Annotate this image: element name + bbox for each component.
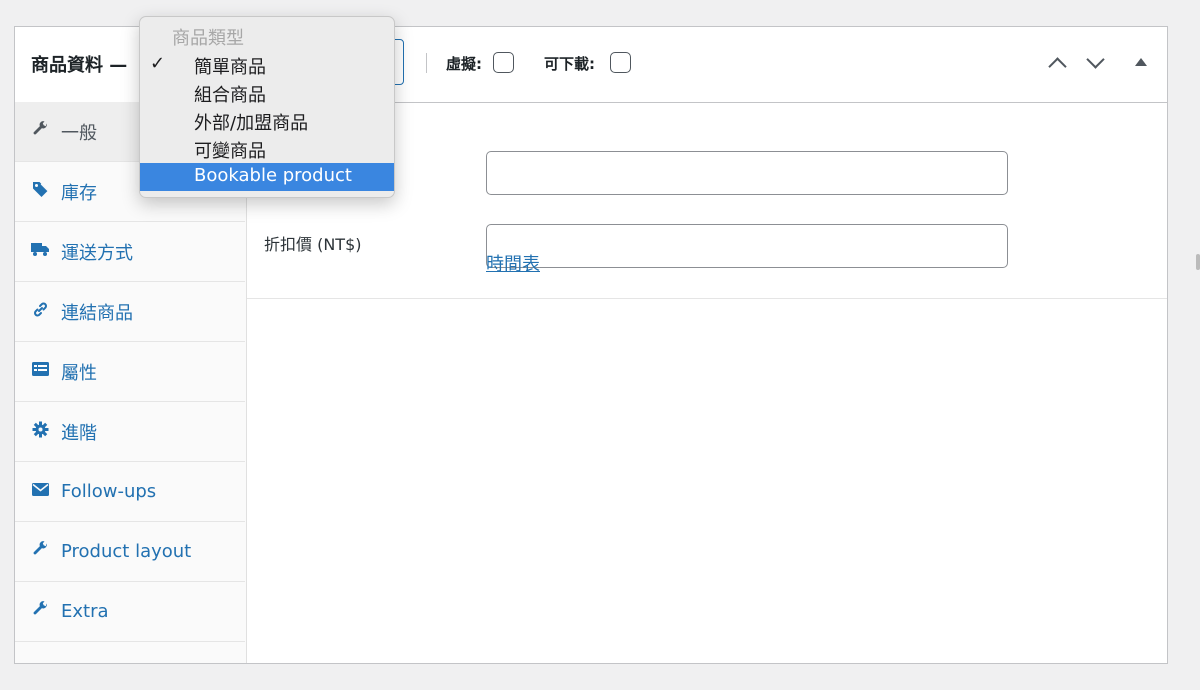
- tab-extra[interactable]: Extra: [15, 582, 245, 642]
- tab-product-layout[interactable]: Product layout: [15, 522, 245, 582]
- sale-price-input[interactable]: [486, 224, 1008, 268]
- tab-label: 運送方式: [61, 242, 133, 264]
- move-up-button[interactable]: [1044, 47, 1070, 77]
- tab-label: Extra: [61, 601, 109, 622]
- dropdown-option-simple[interactable]: ✓ 簡單商品: [140, 51, 394, 79]
- dropdown-option-variable[interactable]: 可變商品: [140, 135, 394, 163]
- option-label: 可變商品: [194, 141, 266, 162]
- product-type-dropdown: 商品類型 ✓ 簡單商品 組合商品 外部/加盟商品 可變商品 Bookable p…: [139, 16, 395, 198]
- chevron-up-icon: [1047, 56, 1067, 76]
- regular-price-input[interactable]: [486, 151, 1008, 195]
- dropdown-option-grouped[interactable]: 組合商品: [140, 79, 394, 107]
- scroll-indicator: [1196, 254, 1200, 270]
- triangle-up-icon: [1135, 58, 1147, 66]
- tab-attributes[interactable]: 屬性: [15, 342, 245, 402]
- gear-icon: [31, 420, 49, 438]
- checkmark-icon: ✓: [150, 53, 166, 74]
- link-icon: [31, 300, 49, 318]
- tab-advanced[interactable]: 進階: [15, 402, 245, 462]
- tab-linked-products[interactable]: 連結商品: [15, 282, 245, 342]
- virtual-label: 虛擬:: [446, 55, 482, 73]
- header-divider: [426, 53, 427, 73]
- wrench-icon: [31, 600, 49, 618]
- tab-label: 一般: [61, 122, 97, 144]
- envelope-icon: [31, 480, 49, 498]
- move-down-button[interactable]: [1082, 47, 1108, 77]
- schedule-link[interactable]: 時間表: [486, 250, 540, 276]
- truck-icon: [31, 240, 49, 258]
- option-label: 組合商品: [194, 85, 266, 106]
- list-icon: [31, 360, 49, 378]
- panel-title: 商品資料 —: [31, 55, 128, 76]
- option-label: 外部/加盟商品: [194, 113, 309, 134]
- chevron-down-icon: [1085, 49, 1105, 69]
- wrench-icon: [31, 120, 49, 138]
- content-divider: [247, 298, 1167, 299]
- tab-shipping[interactable]: 運送方式: [15, 222, 245, 282]
- tab-label: 進階: [61, 422, 97, 444]
- downloadable-label: 可下載:: [544, 55, 595, 73]
- dropdown-option-bookable[interactable]: Bookable product: [140, 163, 394, 191]
- sale-price-label: 折扣價 (NT$): [264, 235, 362, 254]
- tab-label: 連結商品: [61, 302, 133, 324]
- option-label: Bookable product: [194, 165, 352, 186]
- toggle-panel-button[interactable]: [1128, 47, 1154, 77]
- tab-label: 庫存: [61, 182, 97, 204]
- tab-follow-ups[interactable]: Follow-ups: [15, 462, 245, 522]
- downloadable-checkbox[interactable]: [610, 52, 631, 73]
- virtual-checkbox[interactable]: [493, 52, 514, 73]
- tag-icon: [31, 180, 49, 198]
- option-label: 簡單商品: [194, 57, 266, 78]
- tab-label: 屬性: [61, 362, 97, 384]
- tab-label: Follow-ups: [61, 481, 157, 502]
- dropdown-header: 商品類型: [172, 28, 244, 49]
- dropdown-option-external[interactable]: 外部/加盟商品: [140, 107, 394, 135]
- tab-label: Product layout: [61, 541, 192, 562]
- wrench-icon: [31, 540, 49, 558]
